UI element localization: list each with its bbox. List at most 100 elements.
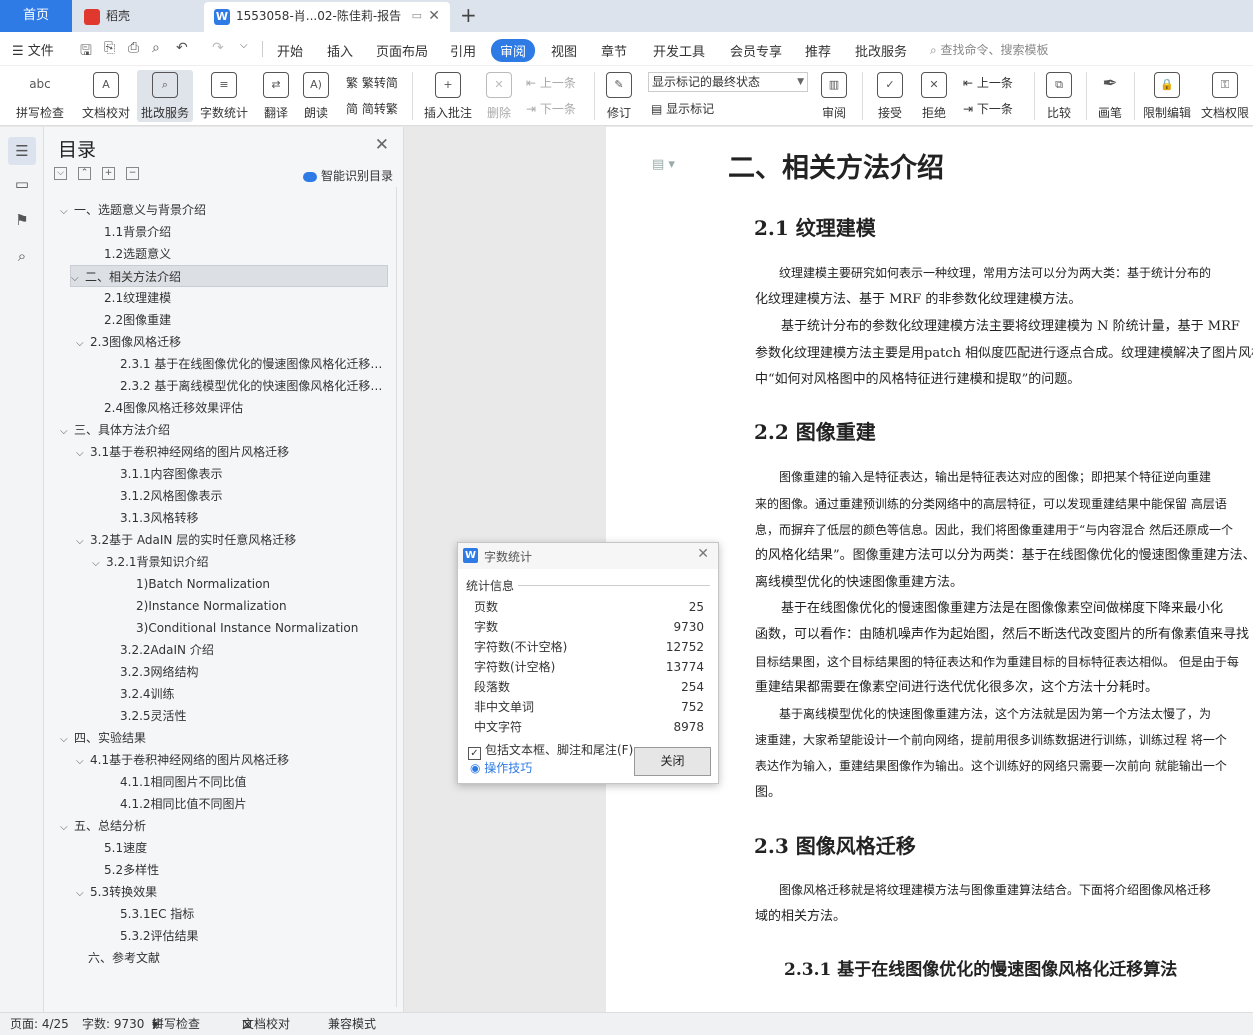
toc-item[interactable]: 5.3.2评估结果 bbox=[106, 925, 394, 947]
menu-chapter[interactable]: 章节 bbox=[601, 41, 627, 60]
toc-item[interactable]: 六、参考文献 bbox=[74, 947, 394, 969]
add-tab-button[interactable]: + bbox=[460, 0, 477, 30]
spell-check-button[interactable]: abc 拼写检查 bbox=[8, 70, 72, 122]
trad-to-simp-button[interactable]: 繁 繁转简 bbox=[346, 74, 398, 91]
toc-item[interactable]: 2.2图像重建 bbox=[90, 309, 394, 331]
undo-icon[interactable]: ↶ bbox=[176, 40, 188, 56]
toc-item[interactable]: 1.2选题意义 bbox=[90, 243, 394, 265]
menu-member[interactable]: 会员专享 bbox=[730, 41, 782, 60]
toc-item[interactable]: ⌵ 四、实验结果 bbox=[60, 727, 394, 749]
insert-comment-button[interactable]: + 插入批注 bbox=[420, 70, 476, 122]
tab-daoke[interactable]: 稻壳 bbox=[74, 2, 202, 32]
toc-item[interactable]: 3.1.2风格图像表示 bbox=[106, 485, 394, 507]
toc-item[interactable]: 5.3.1EC 指标 bbox=[106, 903, 394, 925]
toc-item[interactable]: ⌵ 3.2.1背景知识介绍 bbox=[92, 551, 394, 573]
toc-item[interactable]: 2)Instance Normalization bbox=[122, 595, 394, 617]
restrict-editing-button[interactable]: 🔒 限制编辑 bbox=[1140, 70, 1194, 122]
chevron-down-icon[interactable]: ⌵ bbox=[71, 268, 85, 286]
tab-document[interactable]: W 1553058-肖...02-陈佳莉-报告 ▭ ✕ bbox=[204, 2, 450, 32]
toc-scrollbar[interactable] bbox=[396, 187, 397, 1007]
chevron-down-icon[interactable]: ⌵ bbox=[60, 201, 74, 221]
toc-item[interactable]: 4.1.2相同比值不同图片 bbox=[106, 793, 394, 815]
dialog-header[interactable]: W 字数统计 ✕ bbox=[458, 543, 718, 569]
toc-item[interactable]: ⌵ 3.1基于卷积神经网络的图片风格迁移 bbox=[76, 441, 394, 463]
remove-heading-icon[interactable]: − bbox=[126, 167, 139, 180]
export-icon[interactable]: ⎘ bbox=[104, 40, 115, 56]
document-body[interactable]: 二、相关方法介绍 2.1 纹理建模 纹理建模主要研究如何表示一种纹理，常用方法可… bbox=[728, 140, 1253, 1010]
more-chevron-icon[interactable]: ⌵ bbox=[240, 40, 248, 51]
prev-comment-button[interactable]: ⇤ 上一条 bbox=[526, 74, 576, 91]
toc-item[interactable]: 2.4图像风格迁移效果评估 bbox=[90, 397, 394, 419]
menu-developer[interactable]: 开发工具 bbox=[653, 41, 705, 60]
toc-item[interactable]: 3.2.5灵活性 bbox=[106, 705, 394, 727]
compare-button[interactable]: ⧉ 比较 bbox=[1040, 70, 1078, 122]
menu-insert[interactable]: 插入 bbox=[327, 41, 353, 60]
collapse-all-icon[interactable]: ⌃ bbox=[78, 167, 91, 180]
menu-review[interactable]: 审阅 bbox=[491, 39, 536, 62]
translate-button[interactable]: ⇄ 翻译 bbox=[257, 70, 295, 122]
toc-item[interactable]: 2.3.2 基于离线模型优化的快速图像风格化迁移算法 bbox=[106, 375, 394, 397]
chevron-down-icon[interactable]: ⌵ bbox=[60, 817, 74, 837]
toc-item[interactable]: 3.1.1内容图像表示 bbox=[106, 463, 394, 485]
toc-item[interactable]: 3.2.3网络结构 bbox=[106, 661, 394, 683]
reject-button[interactable]: ✕ 拒绝 bbox=[914, 70, 954, 122]
pen-button[interactable]: ✒ 画笔 bbox=[1092, 70, 1128, 122]
show-markup-button[interactable]: ▤ 显示标记 bbox=[651, 100, 714, 117]
menu-start[interactable]: 开始 bbox=[277, 41, 303, 60]
chevron-down-icon[interactable]: ⌵ bbox=[60, 421, 74, 441]
toc-item[interactable]: ⌵ 2.3图像风格迁移 bbox=[76, 331, 394, 353]
page-options-icon[interactable]: ▤ ▾ bbox=[652, 157, 675, 172]
close-button[interactable]: 关闭 bbox=[634, 747, 711, 776]
monitor-icon[interactable]: ▭ bbox=[412, 2, 422, 30]
document-permission-button[interactable]: ⚿ 文档权限 bbox=[1198, 70, 1252, 122]
chevron-down-icon[interactable]: ⌵ bbox=[92, 553, 106, 573]
bookmark-icon[interactable]: ⚑ bbox=[12, 211, 32, 231]
next-change-button[interactable]: ⇥ 下一条 bbox=[963, 100, 1013, 117]
menu-view[interactable]: 视图 bbox=[551, 41, 577, 60]
toc-item[interactable]: ⌵ 5.3转换效果 bbox=[76, 881, 394, 903]
chevron-down-icon[interactable]: ⌵ bbox=[76, 883, 90, 903]
next-comment-button[interactable]: ⇥ 下一条 bbox=[526, 100, 576, 117]
track-changes-button[interactable]: ✎ 修订 bbox=[600, 70, 638, 122]
toc-item[interactable]: 5.2多样性 bbox=[90, 859, 394, 881]
search-icon[interactable]: ⌕ bbox=[12, 247, 32, 267]
review-pane-button[interactable]: ▥ 审阅 bbox=[814, 70, 854, 122]
toc-icon[interactable]: ☰ bbox=[8, 137, 36, 165]
prev-change-button[interactable]: ⇤ 上一条 bbox=[963, 74, 1013, 91]
toc-item[interactable]: 5.1速度 bbox=[90, 837, 394, 859]
toc-item[interactable]: ⌵ 一、选题意义与背景介绍 bbox=[60, 199, 394, 221]
chapter-icon[interactable]: ▭ bbox=[12, 175, 32, 195]
chevron-down-icon[interactable]: ⌵ bbox=[76, 531, 90, 551]
expand-all-icon[interactable]: ⌵ bbox=[54, 167, 67, 180]
chevron-down-icon[interactable]: ⌵ bbox=[76, 333, 90, 353]
toc-item[interactable]: 1)Batch Normalization bbox=[122, 573, 394, 595]
page-indicator[interactable]: 页面: 4/25 bbox=[10, 1013, 69, 1035]
toc-item[interactable]: 2.3.1 基于在线图像优化的慢速图像风格化迁移算法 bbox=[106, 353, 394, 375]
markup-state-select[interactable]: 显示标记的最终状态 ▼ bbox=[648, 72, 808, 92]
toc-item[interactable]: ⌵ 三、具体方法介绍 bbox=[60, 419, 394, 441]
command-search[interactable]: ⌕ 查找命令、搜索模板 bbox=[930, 41, 1049, 58]
delete-comment-button[interactable]: ✕ 删除 bbox=[480, 70, 518, 122]
toc-item[interactable]: ⌵ 3.2基于 AdaIN 层的实时任意风格迁移 bbox=[76, 529, 394, 551]
chevron-down-icon[interactable]: ⌵ bbox=[76, 751, 90, 771]
word-count-indicator[interactable]: 字数: 9730 bbox=[82, 1013, 144, 1035]
add-heading-icon[interactable]: + bbox=[102, 167, 115, 180]
toc-item[interactable]: 3.1.3风格转移 bbox=[106, 507, 394, 529]
tips-link[interactable]: ◉ 操作技巧 bbox=[470, 759, 532, 776]
toc-item[interactable]: 3.2.2AdaIN 介绍 bbox=[106, 639, 394, 661]
toc-item[interactable]: 2.1纹理建模 bbox=[90, 287, 394, 309]
tab-home[interactable]: 首页 bbox=[0, 0, 72, 32]
toc-item[interactable]: 3)Conditional Instance Normalization bbox=[122, 617, 394, 639]
menu-layout[interactable]: 页面布局 bbox=[376, 41, 428, 60]
menu-recommend[interactable]: 推荐 bbox=[805, 41, 831, 60]
smart-toc-button[interactable]: 智能识别目录 bbox=[302, 167, 393, 184]
close-tab-icon[interactable]: ✕ bbox=[428, 2, 440, 30]
file-menu[interactable]: ☰ 文件 bbox=[12, 40, 54, 59]
toc-item[interactable]: ⌵ 4.1基于卷积神经网络的图片风格迁移 bbox=[76, 749, 394, 771]
proofread-button[interactable]: A 文档校对 bbox=[78, 70, 134, 122]
correction-service-button[interactable]: ⌕ 批改服务 bbox=[137, 70, 193, 122]
toc-item[interactable]: ⌵ 二、相关方法介绍 bbox=[70, 265, 388, 287]
redo-icon[interactable]: ↷ bbox=[212, 40, 224, 56]
simp-to-trad-button[interactable]: 简 简转繁 bbox=[346, 100, 398, 117]
read-aloud-button[interactable]: A) 朗读 bbox=[300, 70, 332, 122]
